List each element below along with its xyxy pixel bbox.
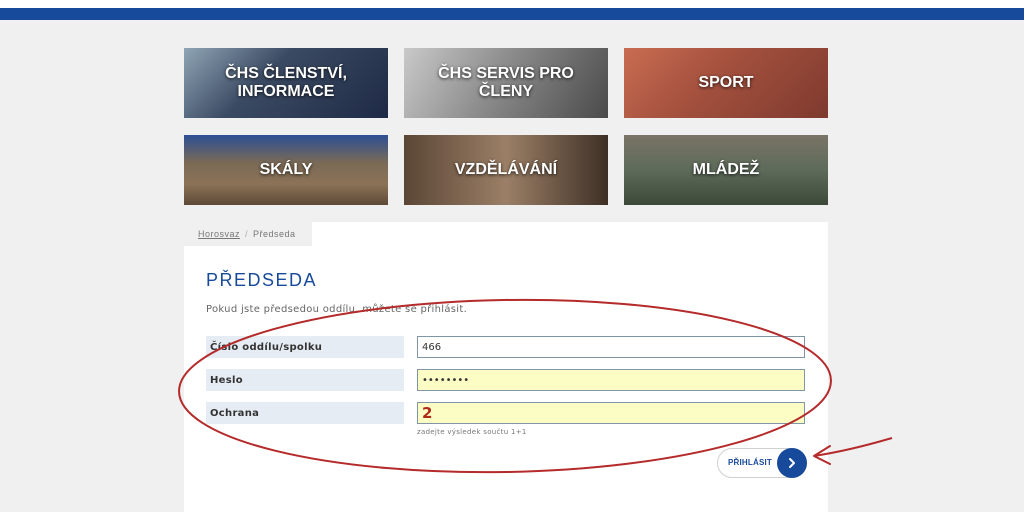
tile-rocks[interactable]: SKÁLY (184, 135, 388, 205)
password-input[interactable]: •••••••• (417, 369, 805, 391)
page-title: PŘEDSEDA (206, 270, 318, 290)
tile-education[interactable]: VZDĚLÁVÁNÍ (404, 135, 608, 205)
tile-label: SPORT (698, 74, 754, 91)
captcha-input[interactable]: 2 (417, 402, 805, 424)
tile-label: MLÁDEŽ (692, 161, 760, 178)
captcha-label: Ochrana (206, 402, 404, 424)
login-button[interactable]: PŘIHLÁSIT (717, 448, 807, 478)
intro-text: Pokud jste předsedou oddílu, můžete se p… (206, 304, 468, 315)
chevron-right-icon (777, 448, 807, 478)
tile-membership[interactable]: ČHS ČLENSTVÍ, INFORMACE (184, 48, 388, 118)
breadcrumb: Horosvaz / Předseda (184, 222, 312, 246)
breadcrumb-separator: / (245, 229, 249, 239)
tile-youth[interactable]: MLÁDEŽ (624, 135, 828, 205)
club-number-label: Číslo oddílu/spolku (206, 336, 404, 358)
tile-label: VZDĚLÁVÁNÍ (454, 161, 558, 178)
login-button-label: PŘIHLÁSIT (728, 458, 773, 467)
breadcrumb-home-link[interactable]: Horosvaz (198, 229, 240, 239)
club-number-input[interactable]: 466 (417, 336, 805, 358)
password-label: Heslo (206, 369, 404, 391)
tile-member-services[interactable]: ČHS SERVIS PRO ČLENY (404, 48, 608, 118)
captcha-hint: zadejte výsledek součtu 1+1 (417, 428, 527, 436)
tile-sport[interactable]: SPORT (624, 48, 828, 118)
tile-label: ČHS ČLENSTVÍ, INFORMACE (225, 65, 347, 100)
top-accent-bar (0, 8, 1024, 20)
top-bar (0, 0, 1024, 8)
tile-label: SKÁLY (259, 161, 313, 178)
tile-label: ČHS SERVIS PRO ČLENY (438, 65, 574, 100)
breadcrumb-current: Předseda (253, 229, 296, 239)
